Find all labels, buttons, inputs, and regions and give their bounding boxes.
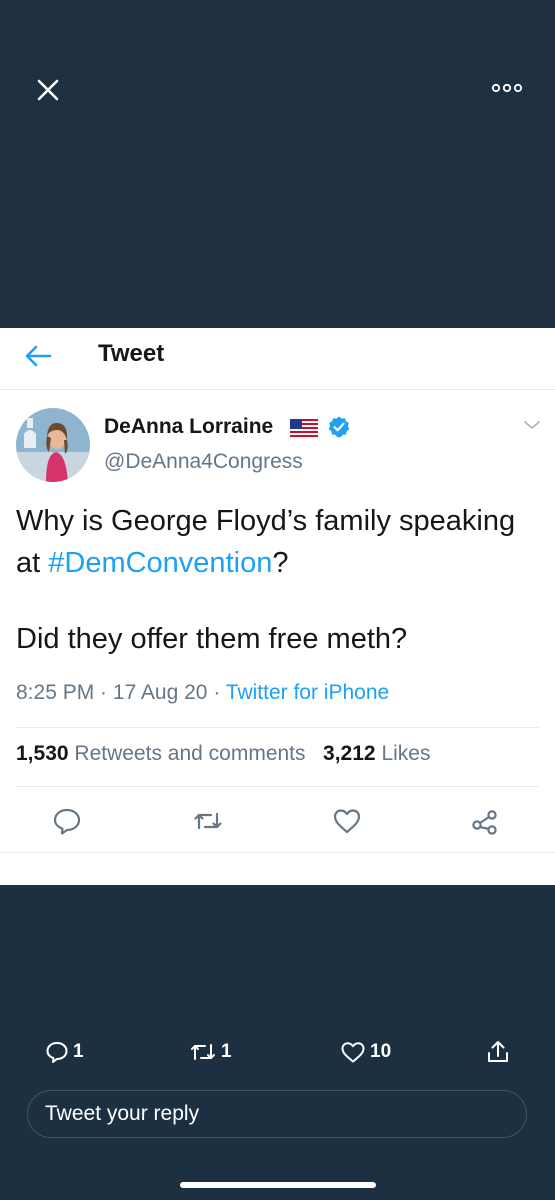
tweet-date: 17 Aug 20 <box>112 681 208 704</box>
reply-icon[interactable] <box>52 806 82 836</box>
retweet-button[interactable]: 1 <box>189 1038 232 1066</box>
like-count: 10 <box>370 1041 392 1062</box>
author-name[interactable]: DeAnna Lorraine <box>104 415 273 439</box>
retweet-icon[interactable] <box>193 806 223 836</box>
retweet-count: 1 <box>221 1041 232 1062</box>
close-icon[interactable] <box>34 76 62 104</box>
tweet-meta: 8:25 PM · 17 Aug 20 · Twitter for iPhone <box>16 681 389 705</box>
reply-count: 1 <box>73 1041 84 1062</box>
divider <box>16 786 539 787</box>
meta-separator: · <box>207 681 226 704</box>
tweet-text-suffix: ? <box>272 547 289 579</box>
likes-label: Likes <box>381 742 431 765</box>
hashtag-link[interactable]: #DemConvention <box>48 547 272 579</box>
divider <box>0 852 555 853</box>
retweets-stat[interactable]: 1,530 Retweets and comments <box>16 742 306 765</box>
tweet-screenshot-card: Tweet DeAnna Lorraine @DeAnna4Congress W… <box>0 328 555 885</box>
retweets-count: 1,530 <box>16 742 69 765</box>
tweet-header: Tweet <box>0 328 555 390</box>
chevron-down-icon[interactable] <box>522 418 542 432</box>
likes-stat[interactable]: 3,212 Likes <box>323 742 430 765</box>
reply-icon <box>46 1042 68 1063</box>
likes-count: 3,212 <box>323 742 376 765</box>
reply-button[interactable]: 1 <box>45 1038 84 1066</box>
share-button[interactable] <box>485 1038 515 1066</box>
meta-separator: · <box>94 681 113 704</box>
share-upload-icon <box>488 1041 508 1062</box>
author-handle[interactable]: @DeAnna4Congress <box>104 450 303 474</box>
retweet-icon <box>191 1044 215 1060</box>
more-icon[interactable] <box>490 80 524 96</box>
tweet-paragraph-2: Did they offer them free meth? <box>16 623 408 655</box>
media-viewer-bar <box>0 0 555 328</box>
tweet-time: 8:25 PM <box>16 681 95 704</box>
retweets-label: Retweets and comments <box>74 742 306 765</box>
like-heart-icon[interactable] <box>332 806 362 836</box>
like-button[interactable]: 10 <box>340 1038 391 1066</box>
tweet-paragraph-1: Why is George Floyd’s family speaking at… <box>16 500 541 584</box>
tweet-text: Why is George Floyd’s family speaking at… <box>16 500 541 660</box>
avatar[interactable] <box>16 408 90 482</box>
us-flag-icon <box>290 419 318 437</box>
tweet-stats: 1,530 Retweets and comments 3,212 Likes <box>16 742 430 766</box>
page-title: Tweet <box>98 340 165 367</box>
verified-badge-icon <box>328 416 350 438</box>
tweet-source-link[interactable]: Twitter for iPhone <box>226 681 389 704</box>
like-heart-icon <box>341 1042 365 1063</box>
share-icon[interactable] <box>470 806 500 836</box>
divider <box>16 727 539 728</box>
back-arrow-icon[interactable] <box>22 342 54 370</box>
reply-input[interactable]: Tweet your reply <box>27 1090 527 1138</box>
home-indicator[interactable] <box>180 1182 376 1188</box>
